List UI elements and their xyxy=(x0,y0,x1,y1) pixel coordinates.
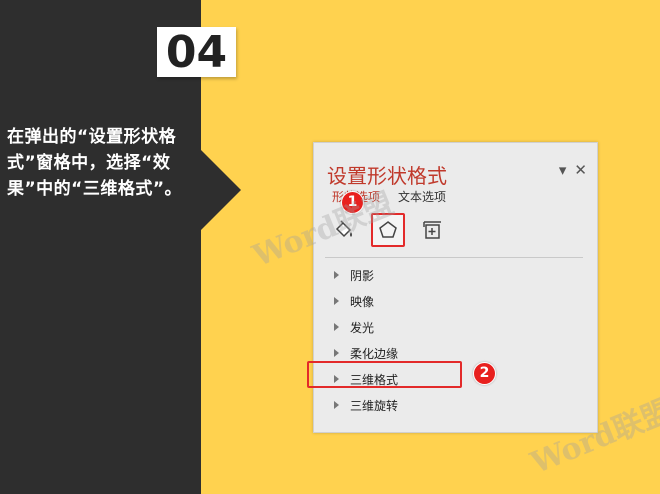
pane-dropdown-icon[interactable]: ▾ xyxy=(559,161,567,179)
menu-item-glow[interactable]: 发光 xyxy=(314,314,597,340)
size-properties-icon[interactable] xyxy=(418,216,446,244)
tab-text-options[interactable]: 文本选项 xyxy=(398,188,446,205)
format-shape-pane: 设置形状格式 ▾ ✕ 形状选项 文本选项 xyxy=(313,142,598,433)
menu-item-3d-rotation[interactable]: 三维旋转 xyxy=(314,392,597,418)
close-icon[interactable]: ✕ xyxy=(574,161,587,179)
expand-caret-icon xyxy=(334,297,339,305)
step-number-badge: 04 xyxy=(157,27,236,78)
pointer-arrow xyxy=(201,150,241,230)
menu-item-label: 映像 xyxy=(350,294,375,309)
menu-item-label: 阴影 xyxy=(350,268,375,283)
expand-caret-icon xyxy=(334,323,339,331)
pane-controls: ▾ ✕ xyxy=(559,161,587,179)
expand-caret-icon xyxy=(334,401,339,409)
menu-item-label: 三维旋转 xyxy=(350,398,399,413)
menu-item-label: 发光 xyxy=(350,320,375,335)
3d-format-highlight xyxy=(307,361,462,388)
pane-divider xyxy=(325,257,583,258)
menu-item-reflection[interactable]: 映像 xyxy=(314,288,597,314)
instruction-text: 在弹出的“设置形状格式”窗格中，选择“效果”中的“三维格式”。 xyxy=(7,127,183,199)
effects-menu: 阴影 映像 发光 柔化边缘 三维格式 三维旋转 xyxy=(314,262,597,418)
pane-title: 设置形状格式 xyxy=(327,164,447,188)
callout-badge-2: 2 xyxy=(473,362,496,385)
menu-item-shadow[interactable]: 阴影 xyxy=(314,262,597,288)
menu-item-label: 柔化边缘 xyxy=(350,346,399,361)
expand-caret-icon xyxy=(334,271,339,279)
expand-caret-icon xyxy=(334,349,339,357)
